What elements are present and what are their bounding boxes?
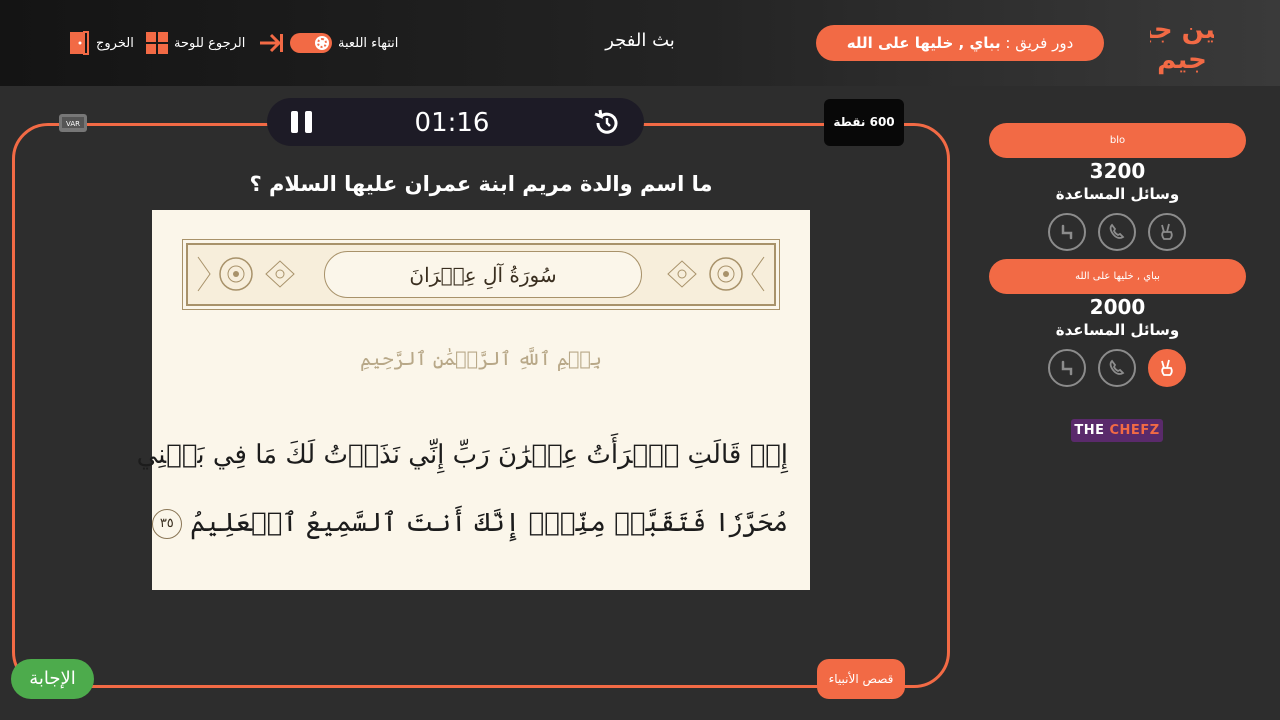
exit-label: الخروج <box>96 35 134 51</box>
team-1-lifeline-pit[interactable] <box>1048 213 1086 251</box>
answer-button[interactable]: الإجابة <box>11 659 94 699</box>
team-1-score: 3200 <box>1089 159 1146 183</box>
team-1-help-label: وسائل المساعدة <box>1055 185 1180 203</box>
logo-icon: سين جيم جيم <box>1150 15 1214 75</box>
sponsor-part-2: CHEFZ <box>1109 423 1160 438</box>
peace-hand-icon <box>1161 223 1173 240</box>
timer-bar: 01:16 <box>267 98 644 146</box>
team-2-lifeline-pit[interactable] <box>1048 349 1086 387</box>
basmala: بِسۡمِ ٱللَّهِ ٱلرَّحۡمَٰنِ ٱلرَّحِيمِ <box>360 348 602 370</box>
team-1-lifeline-peace[interactable] <box>1148 213 1186 251</box>
back-to-board-label: الرجوع للوحة <box>174 35 246 51</box>
surah-header: سُورَةُ آلِ عِمۡرَانَ <box>182 239 780 310</box>
points-badge: 600 نقطة <box>824 99 904 146</box>
pause-button[interactable] <box>291 111 313 133</box>
team-1-name: blo <box>989 123 1246 158</box>
ayah-number: ٣٥ <box>151 509 182 539</box>
ayah-line-2: مُحَرَّرٗا فَتَقَبَّلۡ مِنِّيٓۖ إِنَّكَ … <box>151 508 788 539</box>
team-2-name: بباي , خليها على الله <box>989 259 1246 294</box>
pit-icon <box>1061 224 1073 240</box>
grid-icon <box>146 32 168 54</box>
phone-icon <box>1109 359 1125 375</box>
surah-title: سُورَةُ آلِ عِمۡرَانَ <box>324 251 642 298</box>
exit-button[interactable]: الخروج <box>68 28 138 58</box>
team-1-lifeline-call[interactable] <box>1098 213 1136 251</box>
turn-team-name: بباي , خليها على الله <box>846 34 1001 52</box>
top-bar: سين جيم جيم دور فريق : بباي , خليها على … <box>0 0 1280 86</box>
ayah-line-2-text: مُحَرَّرٗا فَتَقَبَّلۡ مِنِّيٓۖ إِنَّكَ … <box>190 508 788 538</box>
svg-text:جيم: جيم <box>1157 45 1207 75</box>
ornament-right-icon <box>667 256 765 292</box>
phone-icon <box>1109 223 1125 239</box>
question-image: سُورَةُ آلِ عِمۡرَانَ بِسۡمِ ٱللَّهِ ٱلر… <box>136 210 810 590</box>
team-2-lifeline-peace[interactable] <box>1148 349 1186 387</box>
turn-prefix: دور فريق : <box>1005 34 1074 52</box>
current-turn-indicator: دور فريق : بباي , خليها على الله <box>816 25 1104 61</box>
sponsor-part-1: THE <box>1074 423 1110 438</box>
ayah-line-1: إِذۡ قَالَتِ ٱمۡرَأَتُ عِمۡرَٰنَ رَبِّ إ… <box>136 440 788 470</box>
game-title: بث الفجر <box>605 30 675 51</box>
exit-door-icon <box>70 31 89 55</box>
category-button[interactable]: قصص الأنبياء <box>817 659 905 699</box>
team-2-lifeline-call[interactable] <box>1098 349 1136 387</box>
ornament-left-icon <box>197 256 295 292</box>
end-game-label: انتهاء اللعبة <box>338 35 399 51</box>
var-icon[interactable]: VAR <box>58 113 88 135</box>
end-game-button[interactable]: انتهاء اللعبة <box>290 28 418 58</box>
team-2-score: 2000 <box>1089 295 1146 319</box>
team-2-help-label: وسائل المساعدة <box>1055 321 1180 339</box>
back-to-board-button[interactable]: الرجوع للوحة <box>146 28 250 58</box>
svg-text:VAR: VAR <box>66 120 80 128</box>
end-game-toggle-icon <box>290 33 332 53</box>
question-text: ما اسم والدة مريم ابنة عمران عليها السلا… <box>249 172 713 196</box>
peace-hand-icon <box>1161 359 1173 376</box>
reset-timer-icon[interactable] <box>592 108 622 138</box>
svg-text:سين جيم: سين جيم <box>1150 15 1214 45</box>
timer-display: 01:16 <box>414 108 490 138</box>
arrow-right-icon <box>260 33 283 53</box>
pit-icon <box>1061 360 1073 376</box>
sponsor-logo: THE CHEFZ <box>1071 419 1163 442</box>
